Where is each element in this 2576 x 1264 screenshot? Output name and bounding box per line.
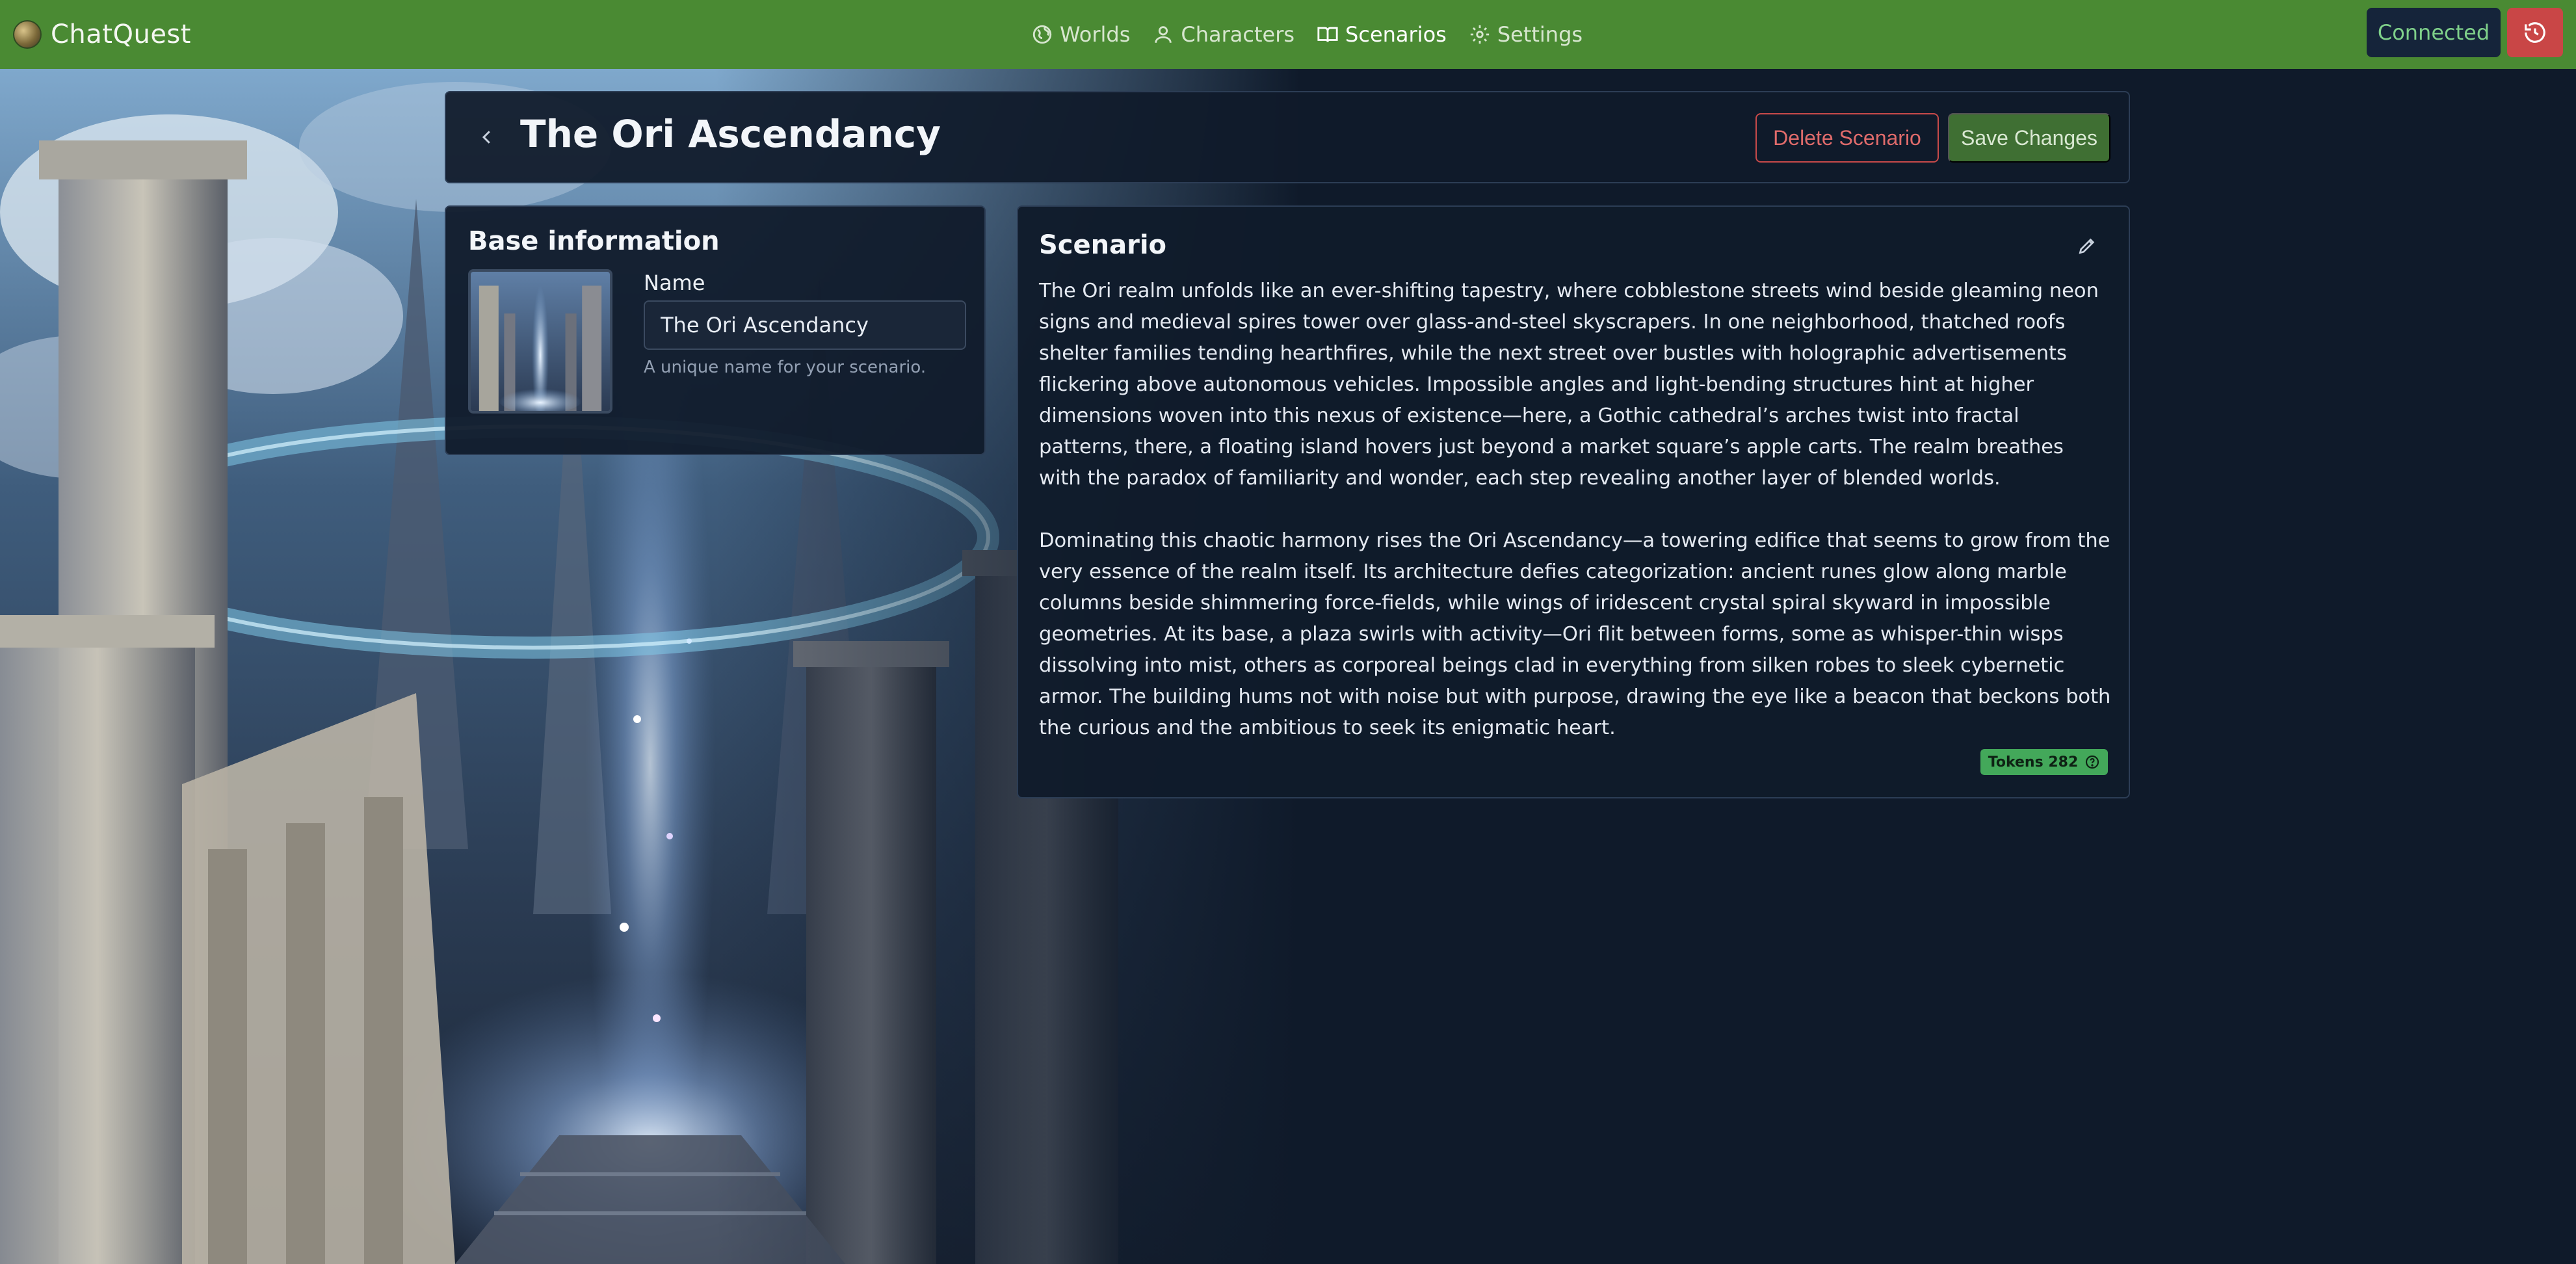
pencil-icon — [2079, 238, 2095, 254]
edit-scenario-button[interactable] — [2073, 231, 2101, 260]
base-information-panel: Base information Name A unique nam — [445, 205, 986, 455]
gear-icon — [1470, 25, 1489, 44]
scenario-paragraph: Dominating this chaotic harmony rises th… — [1039, 529, 2111, 739]
nav-item-characters[interactable]: Characters — [1152, 22, 1295, 47]
scenario-name-input[interactable] — [644, 300, 966, 350]
scenario-title: Scenario — [1039, 230, 1167, 260]
connection-status-button[interactable]: Connected — [2367, 8, 2501, 57]
top-navigation-bar: ChatQuest Worlds Characters Scenarios Se… — [0, 0, 2576, 69]
chevron-left-icon — [482, 131, 490, 144]
scenario-image-thumbnail[interactable] — [468, 269, 612, 414]
brand-home-link[interactable]: ChatQuest — [13, 0, 191, 69]
history-reset-icon — [2525, 22, 2545, 43]
reset-button[interactable] — [2507, 8, 2563, 57]
scenario-paragraph: The Ori realm unfolds like an ever-shift… — [1039, 280, 2099, 490]
scenario-image — [471, 272, 610, 411]
user-icon — [1155, 26, 1172, 43]
back-button[interactable] — [471, 121, 503, 153]
base-information-title: Base information — [468, 226, 720, 256]
main-nav: Worlds Characters Scenarios Settings — [1031, 0, 1583, 69]
nav-item-label: Scenarios — [1345, 22, 1447, 47]
nav-item-label: Characters — [1181, 22, 1295, 47]
name-label: Name — [644, 270, 705, 295]
nav-item-label: Settings — [1497, 22, 1583, 47]
scenario-text[interactable]: The Ori realm unfolds like an ever-shift… — [1039, 276, 2112, 744]
globe-icon — [1032, 25, 1052, 44]
tokens-badge[interactable]: Tokens 282 — [1980, 749, 2108, 775]
name-help-text: A unique name for your scenario. — [644, 358, 927, 377]
scenario-header: The Ori Ascendancy Delete Scenario Save … — [445, 91, 2130, 183]
book-icon — [1317, 27, 1338, 42]
brand-name: ChatQuest — [51, 20, 191, 49]
nav-item-worlds[interactable]: Worlds — [1031, 22, 1130, 47]
nav-item-settings[interactable]: Settings — [1469, 22, 1583, 47]
save-changes-button[interactable]: Save Changes — [1948, 113, 2110, 163]
nav-item-label: Worlds — [1060, 22, 1131, 47]
help-circle-icon — [2086, 755, 2099, 769]
tokens-count: Tokens 282 — [1988, 754, 2079, 770]
chatquest-logo-icon — [13, 20, 42, 49]
page-title: The Ori Ascendancy — [520, 112, 941, 156]
scenario-panel: Scenario The Ori realm unfolds like an e… — [1017, 205, 2130, 798]
nav-item-scenarios[interactable]: Scenarios — [1317, 22, 1447, 47]
delete-scenario-button[interactable]: Delete Scenario — [1755, 113, 1939, 163]
